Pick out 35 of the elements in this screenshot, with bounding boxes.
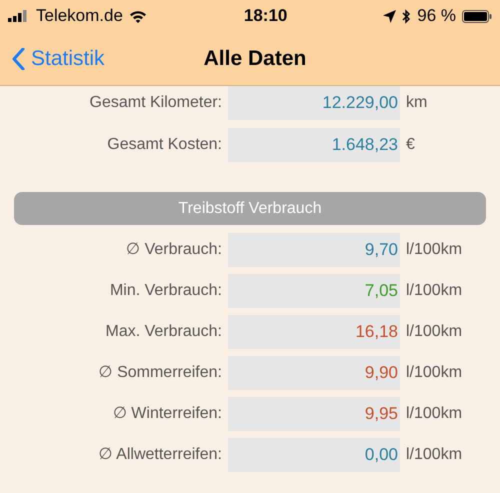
wifi-icon (128, 10, 147, 22)
unit-label: l/100km (405, 281, 462, 301)
field-label: ∅ Verbrauch: (125, 240, 223, 260)
field-label: ∅ Sommerreifen: (98, 363, 223, 383)
value-field: 12.229,00 (228, 86, 400, 120)
unit-label: l/100km (405, 240, 462, 260)
value-field: 7,05 (228, 274, 400, 308)
value-field: 9,95 (228, 397, 400, 431)
battery-icon (462, 10, 492, 22)
field-label: Gesamt Kosten: (106, 135, 223, 155)
unit-label: € (405, 135, 415, 155)
field-label: Gesamt Kilometer: (88, 93, 223, 113)
value-field: 0,00 (228, 438, 400, 472)
unit-label: l/100km (405, 322, 462, 342)
field-label: Min. Verbrauch: (108, 281, 223, 301)
carrier-name: Telekom.de (36, 5, 123, 28)
bluetooth-icon (402, 8, 412, 24)
unit-label: km (405, 93, 428, 113)
unit-label: l/100km (405, 445, 462, 465)
location-arrow-icon (383, 10, 396, 22)
section-button[interactable]: Treibstoff Verbrauch (14, 192, 486, 225)
value-field: 9,70 (228, 233, 400, 267)
battery-percentage: 96 % (417, 5, 456, 28)
field-label: ∅ Winterreifen: (112, 404, 223, 424)
unit-label: l/100km (405, 404, 462, 424)
status-time: 18:10 (242, 5, 288, 28)
back-button[interactable]: Statistik (0, 42, 105, 74)
field-label: ∅ Allwetterreifen: (98, 445, 223, 465)
value-field: 1.648,23 (228, 128, 400, 162)
screen-title: Alle Daten (202, 46, 306, 72)
chevron-left-icon (12, 48, 25, 70)
unit-label: l/100km (405, 363, 462, 383)
field-label: Max. Verbrauch: (104, 322, 223, 342)
value-field: 9,90 (228, 356, 400, 390)
value-field: 16,18 (228, 315, 400, 349)
